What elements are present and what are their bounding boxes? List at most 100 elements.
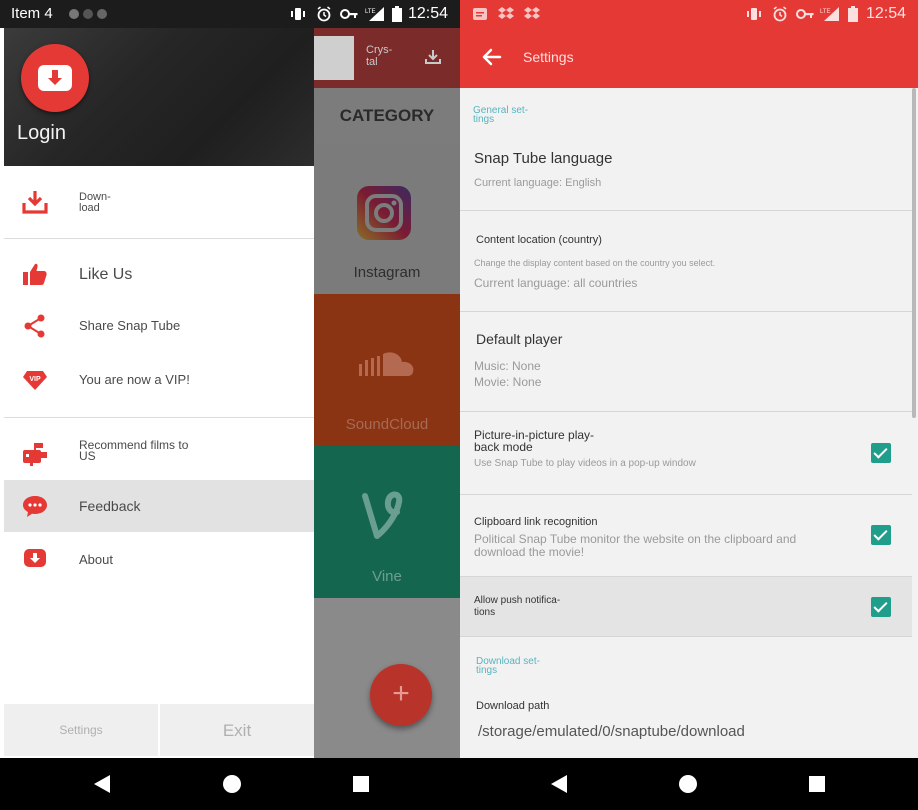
- vip-diamond-icon: VIP: [23, 371, 47, 390]
- push-notifications-checkbox[interactable]: [871, 597, 891, 617]
- nav-home-icon[interactable]: [679, 775, 697, 793]
- drawer-header: Login: [4, 28, 314, 166]
- nav-recents-icon[interactable]: [353, 776, 369, 792]
- drawer-item-label: You are now a VIP!: [79, 372, 190, 387]
- setting-download-path[interactable]: Download set- tings Download path /stora…: [460, 637, 912, 758]
- setting-title: Allow push notifica- tions: [474, 595, 561, 618]
- setting-title: Picture-in-picture play- back mode: [474, 428, 595, 454]
- signal-lte-icon: LTE: [820, 7, 839, 21]
- download-icon: [22, 191, 48, 214]
- category-vine[interactable]: Vine: [314, 446, 460, 598]
- nav-back-icon[interactable]: [551, 775, 567, 793]
- nav-recents-icon[interactable]: [809, 776, 825, 792]
- pip-checkbox[interactable]: [871, 443, 891, 463]
- status-bar: Item 4 LTE 12:54: [0, 0, 460, 28]
- divider: [4, 417, 314, 418]
- setting-title: Snap Tube language: [474, 150, 613, 167]
- clipboard-checkbox[interactable]: [871, 525, 891, 545]
- category-label: CATEGORY: [339, 106, 435, 125]
- category-label-soundcloud: SoundCloud: [345, 416, 429, 433]
- snaptube-logo-icon: [38, 65, 72, 91]
- category-header: CATEGORY: [314, 88, 460, 144]
- drawer-item-label: Share Snap Tube: [79, 318, 181, 333]
- header-download-icon[interactable]: [424, 48, 442, 66]
- signal-lte-icon: LTE: [365, 7, 384, 21]
- page-title: Settings: [523, 49, 574, 65]
- exit-button[interactable]: Exit: [160, 704, 314, 756]
- exit-button-label: Exit: [222, 721, 252, 740]
- category-instagram[interactable]: Instagram: [314, 144, 460, 294]
- svg-text:VIP: VIP: [29, 376, 41, 383]
- thumbnail-title: Crys- tal: [366, 44, 393, 68]
- setting-subtitle: Political Snap Tube monitor the website …: [474, 532, 797, 559]
- svg-text:LTE: LTE: [820, 9, 831, 15]
- alarm-icon: [317, 6, 331, 22]
- section-label-general: General set- tings: [473, 105, 529, 125]
- drawer-item-vip[interactable]: VIP You are now a VIP!: [4, 354, 314, 406]
- notification-message-icon: [473, 8, 487, 20]
- drawer-item-label: Down- load: [79, 191, 111, 214]
- alarm-icon: [773, 6, 787, 22]
- soundcloud-icon: [359, 352, 414, 376]
- drawer-item-feedback[interactable]: Feedback: [4, 480, 314, 532]
- left-screen: Item 4 LTE 12:54 Crys- tal CATEGORY Inst…: [0, 0, 460, 810]
- setting-picture-in-picture[interactable]: Picture-in-picture play- back mode Use S…: [460, 412, 912, 495]
- svg-text:LTE: LTE: [365, 9, 376, 15]
- vibrate-icon: [291, 8, 305, 20]
- system-nav-bar: [0, 758, 918, 810]
- setting-title: Clipboard link recognition: [474, 516, 598, 528]
- status-time: 12:54: [866, 5, 907, 22]
- dropbox-icon: [498, 7, 514, 19]
- setting-movie-value: Movie: None: [474, 375, 542, 389]
- share-icon: [24, 314, 45, 338]
- drawer-item-label: Like Us: [79, 266, 133, 283]
- download-path-value: /storage/emulated/0/snaptube/download: [478, 723, 745, 740]
- drawer-item-share[interactable]: Share Snap Tube: [4, 300, 314, 352]
- status-bar: LTE 12:54: [460, 0, 918, 28]
- setting-value: Current language: all countries: [474, 276, 638, 290]
- vine-icon: [362, 491, 403, 539]
- setting-language[interactable]: General set- tings Snap Tube language Cu…: [460, 88, 912, 211]
- setting-default-player[interactable]: Default player Music: None Movie: None: [460, 312, 912, 412]
- background-app-header: Crys- tal: [314, 28, 460, 88]
- plus-icon: +: [392, 677, 410, 710]
- category-label-vine: Vine: [372, 568, 402, 585]
- category-panel: Crys- tal CATEGORY Instagram SoundCloud: [314, 28, 460, 758]
- right-screen: LTE 12:54 Settings General set- tings Sn…: [460, 0, 918, 758]
- divider: [4, 238, 314, 239]
- drawer-item-label: Recommend films to US: [79, 438, 189, 463]
- status-time: 12:54: [408, 5, 449, 22]
- setting-clipboard-recognition[interactable]: Clipboard link recognition Political Sna…: [460, 495, 912, 577]
- nav-back-icon[interactable]: [94, 775, 110, 793]
- category-label-instagram: Instagram: [353, 264, 421, 281]
- app-logo[interactable]: [21, 44, 89, 112]
- back-arrow-icon[interactable]: [480, 46, 502, 68]
- key-icon: [796, 9, 814, 19]
- scrollbar[interactable]: [912, 88, 916, 418]
- navigation-drawer: Login Down- load Like Us Share Snap Tube…: [4, 28, 314, 758]
- drawer-item-about[interactable]: About: [4, 532, 314, 584]
- nav-home-icon[interactable]: [223, 775, 241, 793]
- setting-title: Content location (country): [476, 234, 602, 246]
- login-link[interactable]: Login: [17, 122, 66, 145]
- drawer-item-recommend-films[interactable]: Recommend films to US: [4, 428, 314, 480]
- settings-toolbar: Settings: [460, 28, 918, 88]
- instagram-icon: [357, 186, 411, 240]
- about-icon: [24, 549, 46, 567]
- drawer-item-label: About: [79, 552, 113, 567]
- thumbnail: [314, 36, 354, 80]
- settings-button[interactable]: Settings: [4, 704, 158, 756]
- fab-add-button[interactable]: +: [370, 664, 432, 726]
- settings-button-label: Settings: [59, 723, 103, 737]
- setting-title: Download path: [476, 700, 550, 712]
- setting-content-location[interactable]: Content location (country) Change the di…: [460, 211, 912, 312]
- drawer-item-download[interactable]: Down- load: [4, 176, 314, 228]
- thumbs-up-icon: [23, 263, 47, 285]
- dropbox-icon: [524, 7, 540, 19]
- setting-music-value: Music: None: [474, 359, 541, 373]
- recommend-mailbox-icon: [23, 443, 47, 466]
- category-soundcloud[interactable]: SoundCloud: [314, 294, 460, 446]
- drawer-item-like-us[interactable]: Like Us: [4, 248, 314, 300]
- vibrate-icon: [747, 8, 761, 20]
- setting-push-notifications[interactable]: Allow push notifica- tions: [460, 577, 912, 637]
